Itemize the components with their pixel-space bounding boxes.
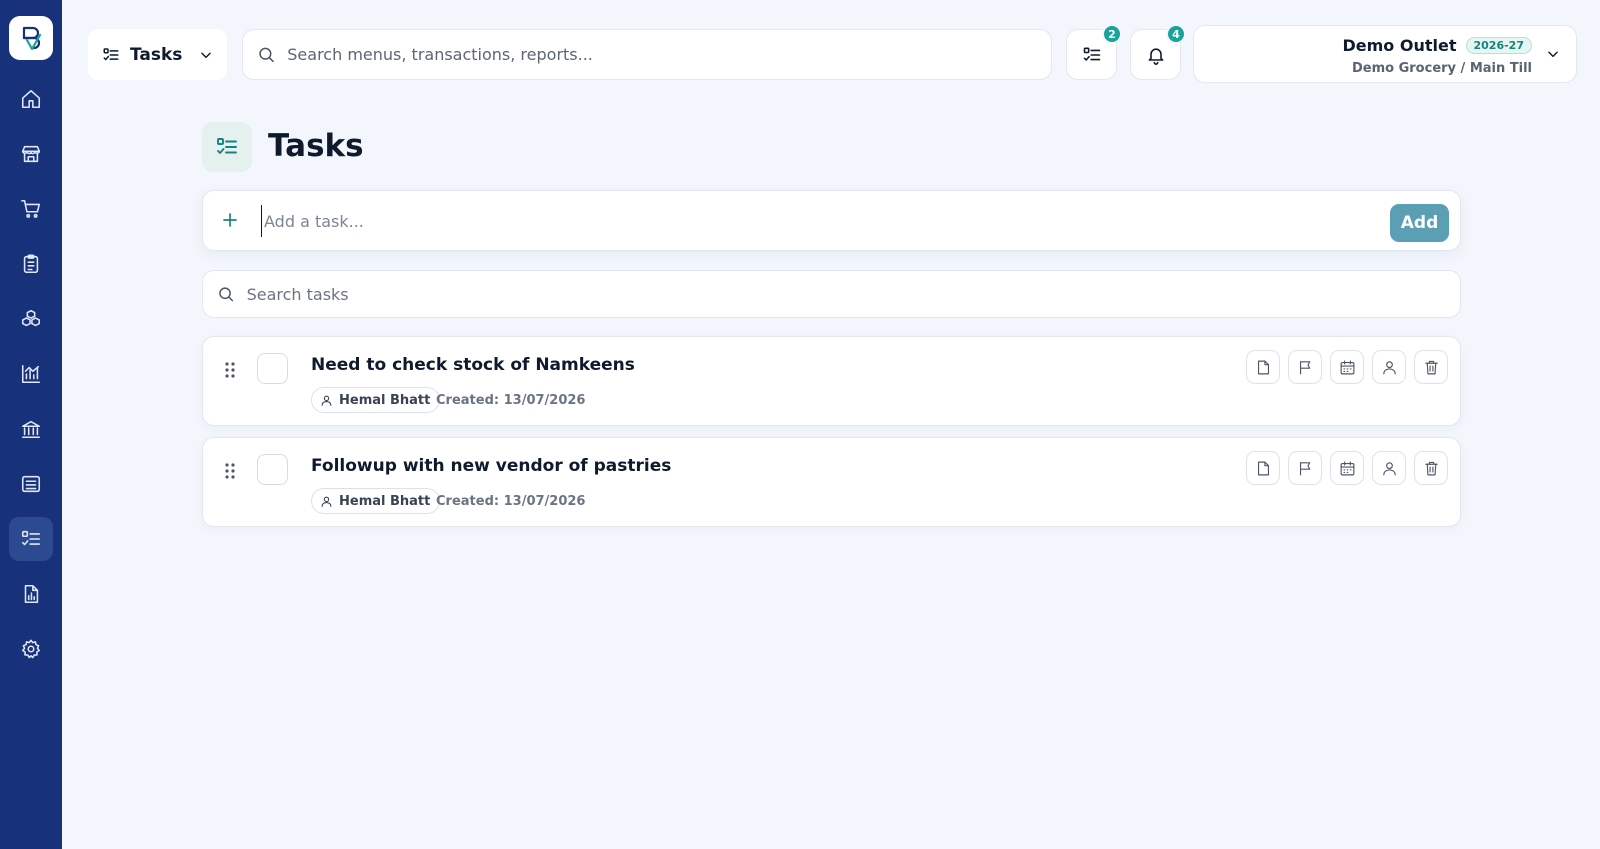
store-icon — [21, 145, 41, 163]
page-icon — [202, 122, 252, 172]
task-created-date: Created: 13/07/2026 — [436, 393, 586, 408]
task-checkbox[interactable] — [257, 454, 288, 485]
task-checkbox[interactable] — [257, 353, 288, 384]
drag-handle-icon[interactable] — [223, 462, 237, 480]
task-title[interactable]: Followup with new vendor of pastries — [311, 456, 671, 476]
user-icon — [1382, 360, 1396, 374]
drag-handle-icon[interactable] — [223, 361, 237, 379]
tasks-quick-button[interactable]: 2 — [1066, 24, 1122, 80]
gear-icon — [21, 639, 41, 659]
note-icon — [1257, 461, 1269, 475]
sidebar-item-tasks[interactable] — [9, 517, 53, 561]
priority-button[interactable] — [1288, 451, 1322, 485]
task-title[interactable]: Need to check stock of Namkeens — [311, 355, 635, 375]
outlet-subtitle: Demo Grocery / Main Till — [1351, 61, 1532, 76]
due-date-button[interactable] — [1330, 350, 1364, 384]
tasks-icon — [21, 530, 41, 546]
outlet-selector[interactable]: Demo Outlet 2026-27 Demo Grocery / Main … — [1193, 25, 1577, 83]
delete-button[interactable] — [1414, 350, 1448, 384]
flag-icon — [1299, 461, 1310, 475]
assignee-name: Hemal Bhatt — [339, 493, 431, 509]
task-row: Followup with new vendor of pastries Hem… — [202, 437, 1461, 527]
add-task-box: Add — [202, 190, 1461, 251]
user-icon — [1382, 461, 1396, 475]
search-icon — [219, 287, 234, 302]
delete-button[interactable] — [1414, 451, 1448, 485]
report-icon — [24, 584, 39, 604]
global-search — [242, 29, 1052, 80]
notifications-button[interactable]: 4 — [1130, 24, 1186, 80]
note-icon — [1257, 360, 1269, 374]
tasks-icon — [1083, 47, 1100, 61]
sidebar-item-analytics[interactable] — [9, 352, 53, 396]
task-created-date: Created: 13/07/2026 — [436, 494, 586, 509]
notifications-count-badge: 4 — [1166, 24, 1186, 44]
due-date-button[interactable] — [1330, 451, 1364, 485]
home-icon — [21, 89, 41, 109]
sidebar-item-clipboard[interactable] — [9, 242, 53, 286]
assign-button[interactable] — [1372, 350, 1406, 384]
sidebar — [0, 0, 62, 849]
assignee-chip[interactable]: Hemal Bhatt — [311, 387, 441, 413]
sidebar-item-settings[interactable] — [9, 627, 53, 671]
cubes-icon — [21, 309, 41, 327]
note-button[interactable] — [1246, 350, 1280, 384]
chevron-down-icon — [201, 52, 211, 58]
register-icon — [21, 475, 41, 493]
task-row: Need to check stock of Namkeens Hemal Bh… — [202, 336, 1461, 426]
menu-selector[interactable]: Tasks — [88, 29, 227, 80]
task-search — [202, 270, 1461, 318]
sidebar-item-reports[interactable] — [9, 572, 53, 616]
sidebar-item-cart[interactable] — [9, 187, 53, 231]
chevron-down-icon — [1548, 51, 1558, 58]
calendar-icon — [1340, 461, 1354, 475]
chart-icon — [21, 364, 41, 384]
task-search-input[interactable] — [246, 284, 1446, 304]
bank-icon — [21, 420, 41, 439]
cart-icon — [21, 199, 41, 218]
user-icon — [321, 496, 332, 507]
plus-icon — [223, 213, 237, 227]
tasks-count-badge: 2 — [1102, 24, 1122, 44]
priority-button[interactable] — [1288, 350, 1322, 384]
clipboard-icon — [23, 254, 39, 274]
bell-icon — [1148, 47, 1163, 65]
assign-button[interactable] — [1372, 451, 1406, 485]
add-task-button[interactable]: Add — [1390, 204, 1449, 242]
fiscal-year-badge: 2026-27 — [1465, 37, 1532, 54]
global-search-input[interactable] — [287, 45, 1037, 64]
assignee-name: Hemal Bhatt — [339, 392, 431, 408]
search-icon — [259, 47, 274, 63]
sidebar-item-home[interactable] — [9, 77, 53, 121]
trash-icon — [1424, 360, 1438, 374]
sidebar-item-store[interactable] — [9, 132, 53, 176]
outlet-name: Demo Outlet — [1342, 36, 1457, 55]
sidebar-item-bank[interactable] — [9, 407, 53, 451]
flag-icon — [1299, 360, 1310, 374]
menu-selector-label: Tasks — [130, 44, 183, 65]
sidebar-item-products[interactable] — [9, 297, 53, 341]
add-task-input[interactable] — [261, 205, 1361, 237]
tasks-icon — [103, 47, 119, 60]
page-title: Tasks — [268, 128, 364, 164]
sidebar-item-register[interactable] — [9, 462, 53, 506]
note-button[interactable] — [1246, 451, 1280, 485]
user-icon — [321, 395, 332, 406]
app-logo[interactable] — [9, 16, 53, 60]
tasks-icon — [217, 138, 237, 154]
calendar-icon — [1340, 360, 1354, 374]
assignee-chip[interactable]: Hemal Bhatt — [311, 488, 441, 514]
trash-icon — [1424, 461, 1438, 475]
